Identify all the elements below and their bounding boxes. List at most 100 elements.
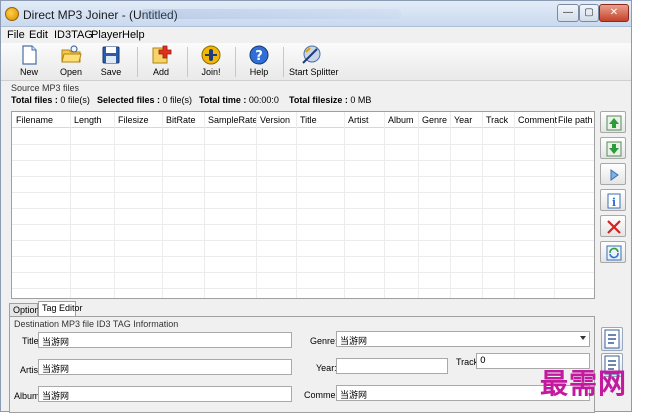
toolbar-separator	[283, 47, 284, 77]
play-icon	[610, 169, 619, 181]
destination-tag-label: Destination MP3 file ID3 TAG Information	[14, 319, 179, 329]
column-header-album[interactable]: Album	[388, 115, 414, 125]
apply-tag-button[interactable]	[601, 327, 623, 351]
column-header-comment[interactable]: Comment	[518, 115, 557, 125]
artist-field[interactable]: 当游网	[38, 359, 292, 375]
column-header-version[interactable]: Version	[260, 115, 290, 125]
help-button[interactable]: ? Help	[241, 44, 277, 80]
year-label: Year:	[316, 363, 337, 373]
album-field[interactable]: 当游网	[38, 386, 292, 402]
open-folder-icon	[61, 45, 82, 63]
genre-label: Genre:	[310, 336, 338, 346]
grid-column-line	[204, 112, 205, 298]
selected-files-label: Selected files :	[97, 95, 161, 105]
help-icon: ?	[249, 45, 269, 65]
column-header-length[interactable]: Length	[74, 115, 102, 125]
total-filesize-label: Total filesize :	[289, 95, 348, 105]
grid-column-line	[418, 112, 419, 298]
grid-row-line	[12, 192, 594, 193]
column-header-year[interactable]: Year	[454, 115, 472, 125]
play-button[interactable]	[600, 163, 626, 185]
save-button[interactable]: Save	[93, 44, 129, 80]
info-button[interactable]: i	[600, 189, 626, 211]
source-files-label: Source MP3 files	[11, 83, 80, 93]
grid-column-line	[514, 112, 515, 298]
menu-edit[interactable]: Edit	[29, 29, 48, 41]
grid-column-line	[162, 112, 163, 298]
app-window: Direct MP3 Joiner - (Untitled) — ▢ ✕ Fil…	[0, 0, 632, 413]
grid-row-line	[12, 176, 594, 177]
open-label: Open	[59, 67, 83, 77]
join-button[interactable]: Join!	[193, 44, 229, 80]
toolbar-separator	[137, 47, 138, 77]
toolbar-separator	[235, 47, 236, 77]
column-header-title[interactable]: Title	[300, 115, 317, 125]
total-filesize-value: 0 MB	[350, 95, 372, 105]
total-files-stat: Total files : 0 file(s)	[11, 95, 90, 105]
open-button[interactable]: Open	[53, 44, 89, 80]
remove-icon	[607, 220, 621, 234]
title-field[interactable]: 当游网	[38, 332, 292, 348]
grid-column-line	[344, 112, 345, 298]
column-header-samplerate[interactable]: SampleRate	[208, 115, 258, 125]
grid-column-line	[554, 112, 555, 298]
refresh-button[interactable]	[600, 241, 626, 263]
start-splitter-button[interactable]: Start Splitter	[289, 44, 339, 80]
svg-text:?: ?	[255, 49, 263, 64]
column-header-file-path[interactable]: File path	[558, 115, 593, 125]
grid-row-line	[12, 288, 594, 289]
column-header-track[interactable]: Track	[486, 115, 508, 125]
tab-tag-editor[interactable]: Tag Editor	[38, 301, 83, 317]
grid-row-line	[12, 224, 594, 225]
save-label: Save	[100, 67, 122, 77]
title-bar-decoration	[141, 9, 401, 19]
add-button[interactable]: Add	[143, 44, 179, 80]
files-grid[interactable]: Filename Length Filesize BitRate SampleRate V…	[11, 111, 595, 299]
grid-row-line	[12, 144, 594, 145]
grid-row-line	[12, 256, 594, 257]
tab-options[interactable]: Options	[9, 303, 44, 317]
svg-text:i: i	[612, 196, 616, 209]
add-label: Add	[152, 67, 169, 77]
watermark-text: 最需网	[540, 367, 628, 400]
maximize-button[interactable]: ▢	[579, 4, 599, 22]
selected-files-stat: Selected files : 0 file(s)	[97, 95, 192, 105]
year-field[interactable]	[336, 358, 448, 374]
id3-tag-icon	[604, 329, 620, 349]
tag-editor-panel: Destination MP3 file ID3 TAG Information…	[9, 316, 595, 413]
new-file-icon	[22, 45, 37, 65]
grid-row-line	[12, 160, 594, 161]
remove-button[interactable]	[600, 215, 626, 237]
minimize-button[interactable]: —	[557, 4, 579, 22]
splitter-icon	[302, 45, 321, 64]
column-header-filename[interactable]: Filename	[16, 115, 53, 125]
grid-row-line	[12, 208, 594, 209]
menu-player[interactable]: Player	[91, 29, 122, 41]
move-up-icon	[606, 115, 622, 131]
move-up-button[interactable]	[600, 111, 626, 133]
move-down-icon	[606, 141, 622, 157]
title-bar: Direct MP3 Joiner - (Untitled) — ▢ ✕	[1, 1, 631, 27]
selected-files-value: 0 file(s)	[162, 95, 193, 105]
refresh-icon	[606, 245, 622, 261]
grid-column-line	[384, 112, 385, 298]
menu-help[interactable]: Help	[122, 29, 145, 41]
help-label: Help	[249, 67, 269, 77]
info-icon: i	[607, 193, 621, 209]
grid-row-line	[12, 240, 594, 241]
total-files-value: 0 file(s)	[60, 95, 90, 105]
menu-file[interactable]: File	[7, 29, 25, 41]
close-button[interactable]: ✕	[599, 4, 629, 22]
column-header-artist[interactable]: Artist	[348, 115, 369, 125]
grid-row-line	[12, 272, 594, 273]
grid-column-line	[70, 112, 71, 298]
new-label: New	[19, 67, 38, 77]
genre-dropdown[interactable]: 当游网	[336, 331, 590, 347]
column-header-filesize[interactable]: Filesize	[118, 115, 149, 125]
move-down-button[interactable]	[600, 137, 626, 159]
new-button[interactable]: New	[11, 44, 47, 80]
genre-value: 当游网	[340, 337, 368, 347]
column-header-genre[interactable]: Genre	[422, 115, 447, 125]
column-header-bitrate[interactable]: BitRate	[166, 115, 196, 125]
menu-id3tag[interactable]: ID3TAG	[54, 29, 93, 41]
